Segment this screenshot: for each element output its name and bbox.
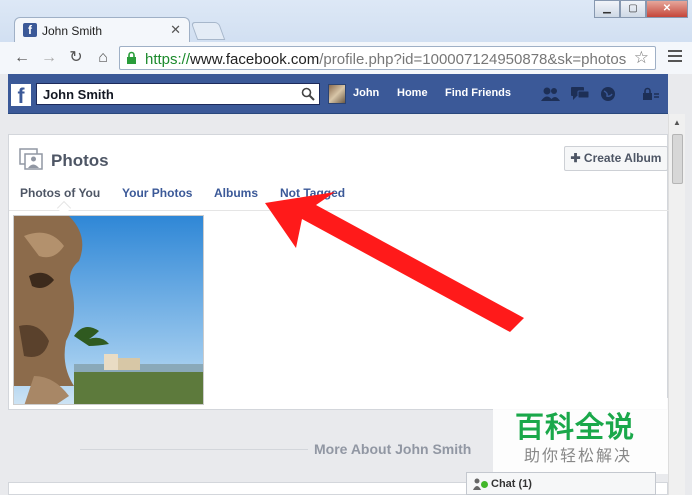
divider-line <box>80 449 308 450</box>
page-title: Photos <box>51 151 109 170</box>
watermark-subtitle: 助你轻松解决 <box>524 446 633 465</box>
new-tab-button[interactable] <box>190 22 226 40</box>
search-input[interactable]: John Smith <box>36 83 320 105</box>
nav-find-friends-link[interactable]: Find Friends <box>445 87 511 99</box>
photos-panel: Photos ✚ Create Album Photos of You Your… <box>8 134 669 410</box>
close-tab-icon[interactable]: ✕ <box>170 22 181 38</box>
menu-icon[interactable] <box>668 50 682 65</box>
facebook-favicon-icon: f <box>23 23 37 37</box>
friend-requests-icon[interactable] <box>540 86 560 102</box>
tab-title: John Smith <box>42 24 103 38</box>
tab-photos-of-you[interactable]: Photos of You <box>20 186 100 200</box>
chat-label: Chat (1) <box>491 478 532 490</box>
nav-home-link[interactable]: Home <box>397 87 428 99</box>
active-tab-caret <box>56 200 72 216</box>
browser-chrome: f John Smith ✕ ▁ ▢ ✕ ← → ↻ ⌂ https://www… <box>0 0 692 74</box>
create-album-button[interactable]: ✚ Create Album <box>564 146 668 171</box>
search-value: John Smith <box>43 87 114 102</box>
photos-icon <box>19 148 43 170</box>
nav-profile-link[interactable]: John <box>353 87 379 99</box>
close-window-button[interactable]: ✕ <box>646 0 688 18</box>
maximize-button[interactable]: ▢ <box>620 0 646 18</box>
forward-arrow-icon[interactable]: → <box>39 48 59 68</box>
tab-not-tagged[interactable]: Not Tagged <box>280 186 345 200</box>
bookmark-star-icon[interactable]: ☆ <box>634 48 649 68</box>
photo-thumbnail[interactable] <box>13 215 204 405</box>
photos-tabs: Photos of You Your Photos Albums Not Tag… <box>9 183 669 216</box>
watermark-logo: 百科全说 助你轻松解决 <box>493 398 668 474</box>
privacy-lock-icon[interactable] <box>640 86 660 102</box>
back-arrow-icon[interactable]: ← <box>12 48 32 68</box>
address-bar[interactable]: https://www.facebook.com/profile.php?id=… <box>119 46 656 70</box>
tab-albums[interactable]: Albums <box>214 186 258 200</box>
person-icon <box>473 478 481 490</box>
facebook-logo-icon[interactable]: f <box>11 84 31 108</box>
more-about-heading: More About John Smith <box>314 441 472 457</box>
reload-icon[interactable]: ↻ <box>66 48 86 68</box>
messages-icon[interactable] <box>570 86 590 102</box>
scroll-up-icon[interactable]: ▲ <box>673 118 681 127</box>
photo-image <box>14 216 203 404</box>
facebook-top-bar: f John Smith John Home Find Friends <box>8 74 668 114</box>
home-icon[interactable]: ⌂ <box>93 48 113 68</box>
lock-icon <box>127 51 136 64</box>
plus-icon: ✚ <box>570 151 584 165</box>
create-album-label: Create Album <box>583 151 662 165</box>
browser-tab[interactable]: f John Smith ✕ <box>14 17 190 42</box>
page-scrollbar[interactable]: ▲ <box>668 114 685 495</box>
minimize-button[interactable]: ▁ <box>594 0 620 18</box>
avatar[interactable] <box>328 84 346 104</box>
url-text: https://www.facebook.com/profile.php?id=… <box>145 51 627 68</box>
notifications-globe-icon[interactable] <box>598 86 618 102</box>
online-status-icon <box>481 481 488 488</box>
tab-your-photos[interactable]: Your Photos <box>122 186 192 200</box>
browser-toolbar: ← → ↻ ⌂ https://www.facebook.com/profile… <box>0 42 692 74</box>
search-icon[interactable] <box>301 87 315 101</box>
scrollbar-thumb[interactable] <box>672 134 683 184</box>
watermark-title: 百科全说 <box>515 410 636 444</box>
chat-bar[interactable]: Chat (1) <box>466 472 656 495</box>
